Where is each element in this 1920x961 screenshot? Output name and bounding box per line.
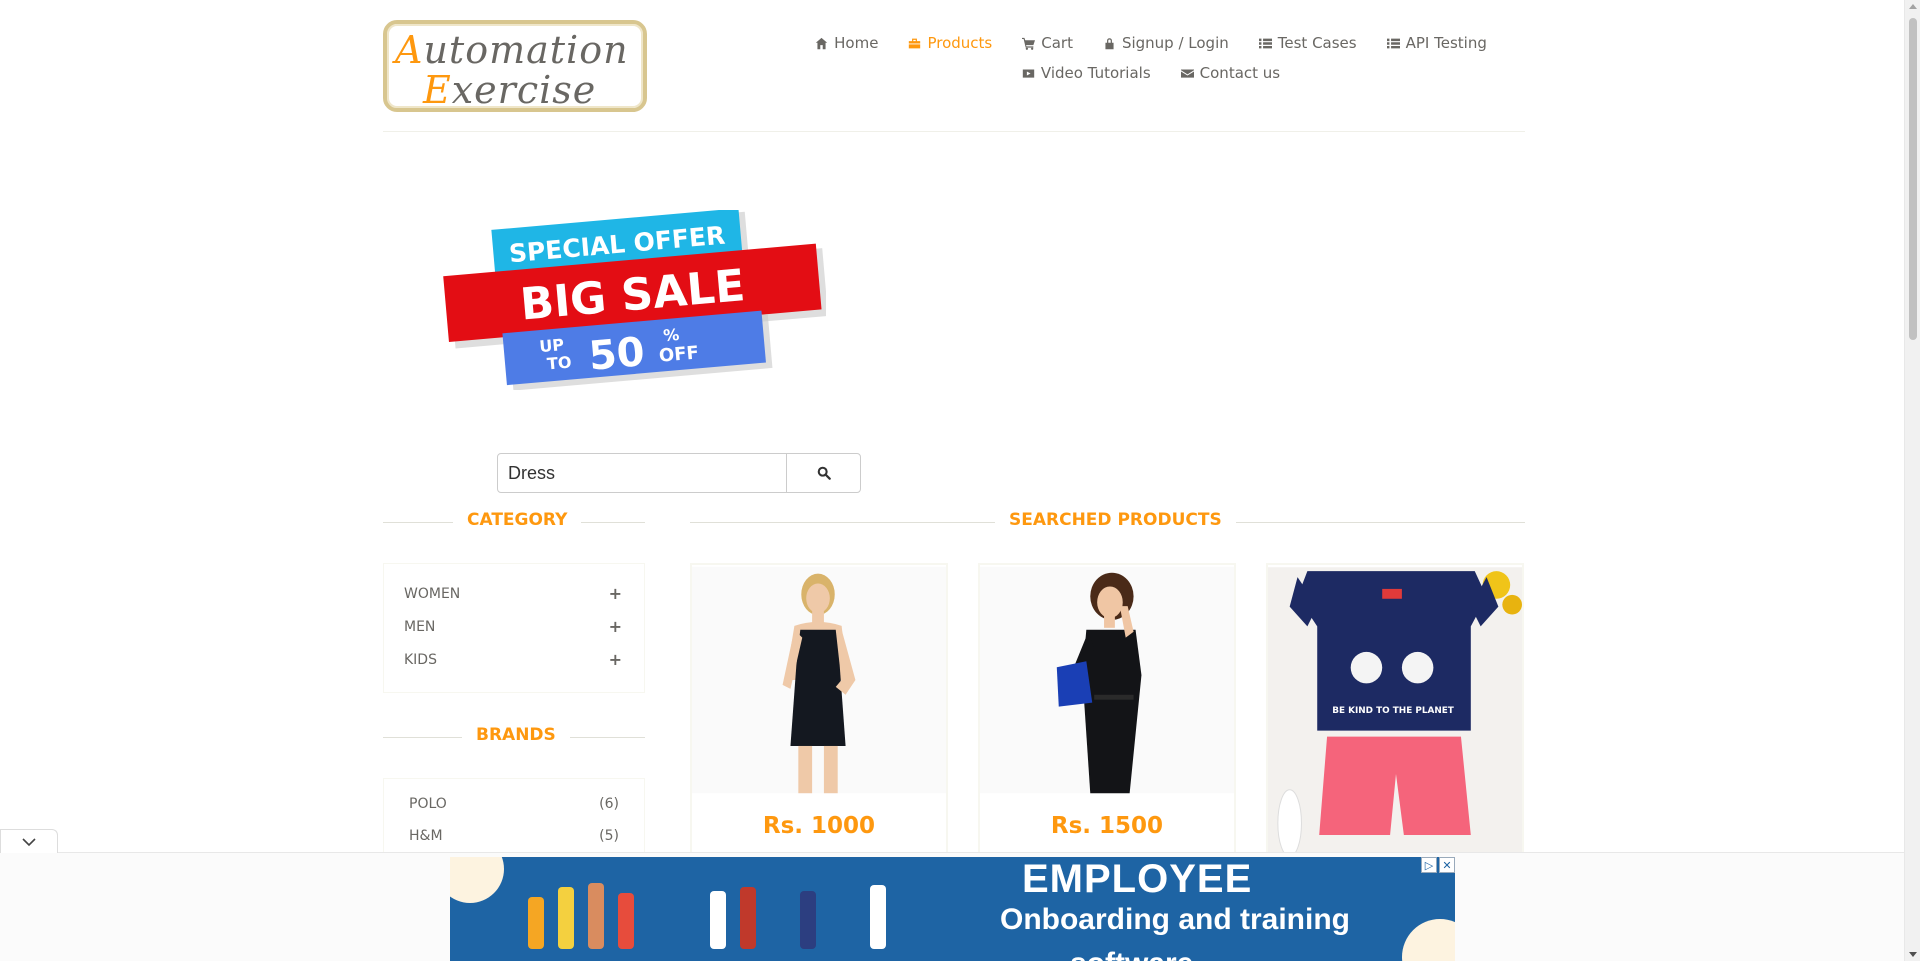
brands-title: BRANDS [462,725,570,745]
product-image[interactable] [692,565,946,795]
scroll-up-icon[interactable] [1909,4,1917,9]
home-icon [815,37,828,49]
site-logo[interactable]: Automation Exercise [383,20,647,112]
list-icon [1386,38,1400,48]
scroll-down-icon[interactable] [1909,952,1917,957]
ad-subtitle: Onboarding and training [1000,903,1350,936]
ad-choices-icon[interactable]: ▷ [1421,857,1437,873]
category-women[interactable]: WOMEN + [384,577,644,610]
search-button[interactable] [786,453,861,493]
nav-video-tutorials[interactable]: Video Tutorials [1022,64,1151,82]
plus-icon[interactable]: + [609,617,622,636]
plus-icon[interactable]: + [609,584,622,603]
nav-products[interactable]: Products [908,34,992,52]
product-card: Rs. 1000 [690,563,948,863]
category-kids[interactable]: KIDS + [384,643,644,676]
scroll-thumb[interactable] [1909,18,1917,340]
nav-home[interactable]: Home [815,34,878,52]
ad-title: EMPLOYEE [1022,857,1253,901]
chevron-down-icon [22,837,36,846]
products-icon [909,38,921,48]
product-image[interactable]: BE KIND TO THE PLANET [1268,565,1522,855]
plus-icon[interactable]: + [609,650,622,669]
nav-api-testing[interactable]: API Testing [1386,34,1487,52]
svg-text:TO: TO [546,352,572,373]
product-search [497,453,861,493]
search-icon [817,466,831,480]
list-icon [1258,38,1272,48]
collapse-ad-button[interactable] [0,829,58,853]
site-header: Automation Exercise Home Products Cart S… [383,0,1525,132]
youtube-icon [1022,68,1035,78]
lock-icon [1105,37,1114,49]
svg-text:OFF: OFF [658,342,700,366]
nav-contact-us[interactable]: Contact us [1180,64,1280,82]
special-offer-banner: SPECIAL OFFER BIG SALE UP TO 50 % OFF [443,210,826,390]
searched-products-title: SEARCHED PRODUCTS [995,510,1236,530]
banner-percent: 50 [587,329,646,380]
envelope-icon [1180,68,1194,78]
page-scrollbar[interactable] [1904,0,1920,961]
category-title: CATEGORY [453,510,582,530]
advertisement-banner[interactable]: EMPLOYEE Onboarding and training softwar… [450,857,1455,961]
brands-panel: POLO (6) H&M (5) [383,778,645,858]
product-card: BE KIND TO THE PLANET [1266,563,1524,863]
ad-controls: ▷ ✕ [1421,857,1455,873]
brand-hm[interactable]: H&M (5) [384,820,644,852]
close-icon[interactable]: ✕ [1439,857,1455,873]
svg-text:%: % [662,325,680,345]
product-price: Rs. 1500 [1050,813,1164,839]
category-panel: WOMEN + MEN + KIDS + [383,563,645,693]
category-men[interactable]: MEN + [384,610,644,643]
nav-cart[interactable]: Cart [1022,34,1073,52]
nav-row-1: Home Products Cart Signup / Login Test C… [791,28,1511,58]
svg-text:BE KIND TO THE PLANET: BE KIND TO THE PLANET [1332,706,1454,716]
main-nav: Home Products Cart Signup / Login Test C… [791,28,1511,88]
product-price: Rs. 1000 [762,813,876,839]
nav-test-cases[interactable]: Test Cases [1258,34,1357,52]
nav-row-2: Video Tutorials Contact us [791,58,1511,88]
cart-icon [1022,37,1036,50]
ad-subtitle-2: software [1070,947,1193,961]
brand-polo[interactable]: POLO (6) [384,788,644,820]
product-image[interactable] [980,565,1234,795]
search-input[interactable] [497,453,788,493]
nav-signup-login[interactable]: Signup / Login [1103,34,1229,52]
product-card: Rs. 1500 [978,563,1236,863]
